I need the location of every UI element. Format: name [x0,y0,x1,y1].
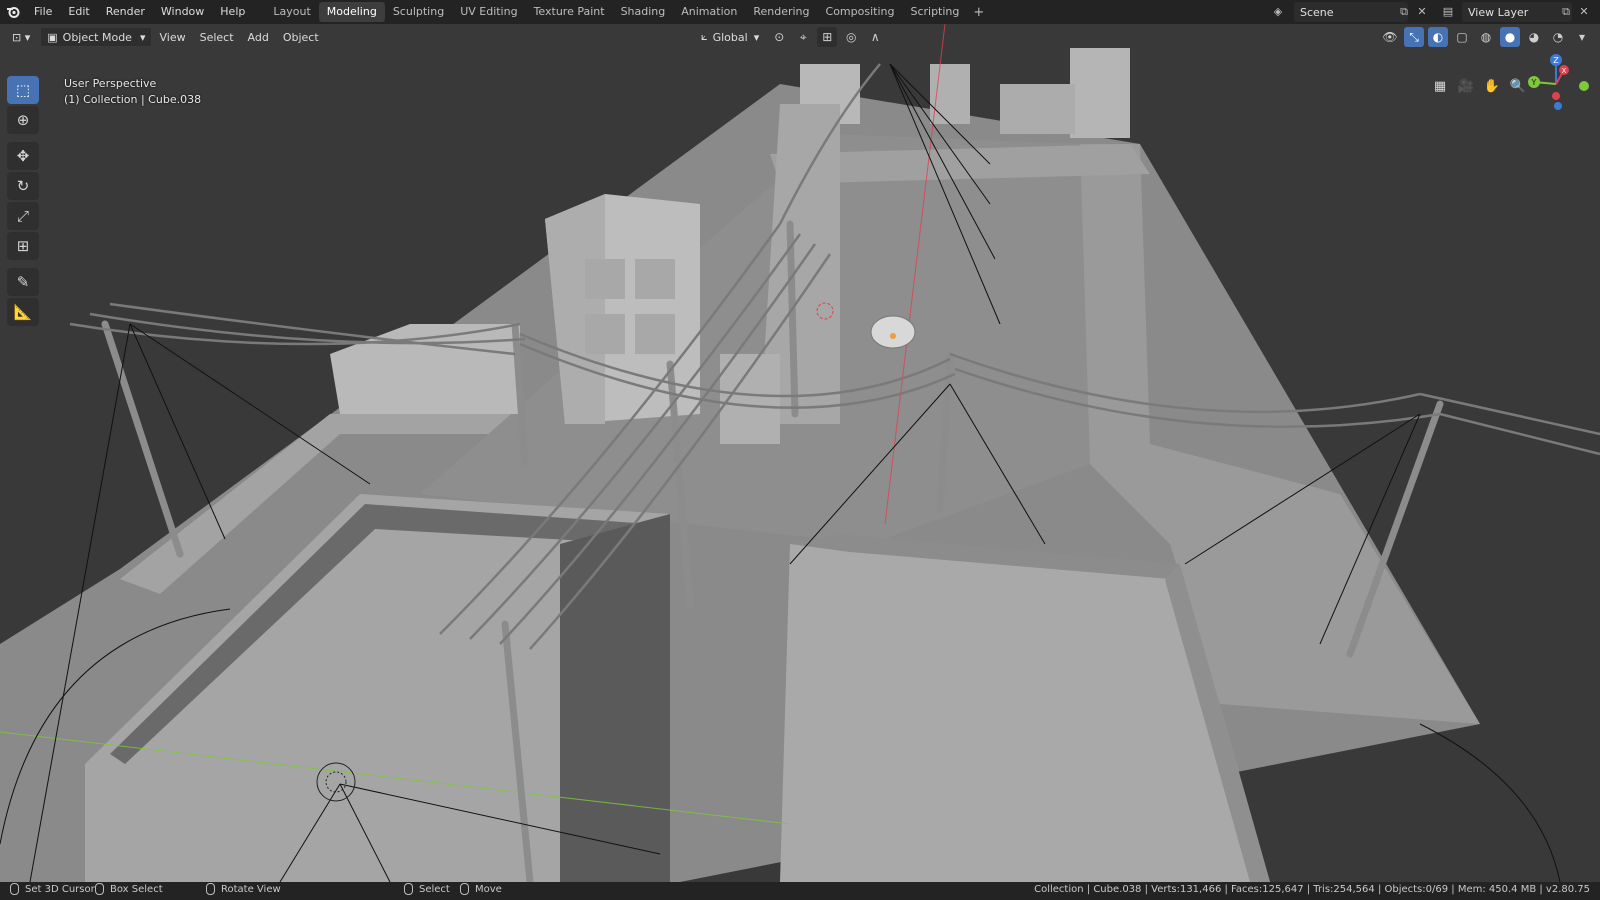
mouse-left-icon [10,883,19,895]
pivot-point-icon[interactable]: ⊙ [769,27,789,47]
scene-icon[interactable]: ◈ [1270,4,1286,20]
measure-tool-icon[interactable]: 📐 [7,298,39,326]
new-view-layer-icon[interactable]: ⧉ [1558,4,1574,20]
scene-render [0,24,1600,882]
viewport-display-controls: 👁 ⤡ ◐ ▢ ◍ ● ◕ ◔ ▾ [1380,27,1592,47]
tab-layout[interactable]: Layout [265,2,318,22]
tab-animation[interactable]: Animation [673,2,745,22]
editor-type-icon: ⊡ ▾ [12,30,31,44]
hint-set-3d-cursor: Set 3D Cursor [10,883,95,895]
transform-controls: ⟀ Global ▾ ⊙ ⌖ ⊞ ◎ ∧ [695,27,885,47]
overlay-toggle-icon[interactable]: ◐ [1428,27,1448,47]
material-shading-icon[interactable]: ◕ [1524,27,1544,47]
tab-compositing[interactable]: Compositing [818,2,903,22]
select-box-tool-icon[interactable]: ⬚ [7,76,39,104]
tab-rendering[interactable]: Rendering [745,2,817,22]
orientation-icon: ⟀ [701,30,708,43]
perspective-label: User Perspective [64,77,157,90]
cursor-tool-icon[interactable]: ⊕ [7,106,39,134]
mouse-middle-icon [206,883,215,895]
rotate-tool-icon[interactable]: ↻ [7,172,39,200]
viewport-header: ⊡ ▾ ▣ Object Mode ▾ View Select Add Obje… [0,24,1600,50]
transform-orientation-label: Global [712,30,748,44]
wireframe-shading-icon[interactable]: ◍ [1476,27,1496,47]
visibility-icon[interactable]: 👁 [1380,27,1400,47]
mouse-right-icon [404,883,413,895]
menu-object[interactable]: Object [276,31,326,44]
hint-box-select: Box Select [95,883,163,895]
gizmo-z-label: Z [1553,56,1559,65]
tab-sculpting[interactable]: Sculpting [385,2,452,22]
scene-selector[interactable]: Scene [1294,2,1408,22]
collection-label: (1) Collection | Cube.038 [64,93,202,106]
delete-scene-icon[interactable]: ✕ [1414,4,1430,20]
object-mode-label: Object Mode [62,30,132,44]
menu-edit[interactable]: Edit [60,0,97,24]
menu-window[interactable]: Window [153,0,212,24]
editor-type-button[interactable]: ⊡ ▾ [6,27,36,47]
mouse-right-drag-icon [460,883,469,895]
menu-help[interactable]: Help [212,0,253,24]
hint-select: Select [404,883,450,895]
scene-statistics: Collection | Cube.038 | Verts:131,466 | … [1034,884,1590,895]
view-layer-selector[interactable]: View Layer [1462,2,1572,22]
rendered-shading-icon[interactable]: ◔ [1548,27,1568,47]
top-bar: File Edit Render Window Help Layout Mode… [0,0,1600,24]
solid-shading-icon[interactable]: ● [1500,27,1520,47]
tab-uv-editing[interactable]: UV Editing [452,2,525,22]
axis-gizmo[interactable]: Z Y X [1516,50,1596,120]
view-layer-label: View Layer [1468,5,1529,19]
gizmo-y-label: Y [1531,78,1537,87]
pan-view-icon[interactable]: ✋ [1482,76,1502,96]
menu-select[interactable]: Select [193,31,241,44]
main-menu: File Edit Render Window Help [26,0,253,24]
new-scene-icon[interactable]: ⧉ [1396,4,1412,20]
proportional-edit-icon[interactable]: ◎ [841,27,861,47]
gizmo-toggle-icon[interactable]: ⤡ [1404,27,1424,47]
blender-logo-icon[interactable] [0,0,26,24]
chevron-down-icon: ▾ [139,30,146,44]
falloff-icon[interactable]: ∧ [865,27,885,47]
shading-options-icon[interactable]: ▾ [1572,27,1592,47]
add-workspace-button[interactable]: + [967,5,990,20]
delete-view-layer-icon[interactable]: ✕ [1576,4,1592,20]
tab-scripting[interactable]: Scripting [902,2,967,22]
3d-viewport[interactable]: User Perspective (1) Collection | Cube.0… [0,24,1600,882]
tab-texture-paint[interactable]: Texture Paint [526,2,613,22]
menu-view[interactable]: View [152,31,192,44]
scale-tool-icon[interactable]: ⤢ [7,202,39,230]
xray-toggle-icon[interactable]: ▢ [1452,27,1472,47]
annotate-tool-icon[interactable]: ✎ [7,268,39,296]
workspace-tabs: Layout Modeling Sculpting UV Editing Tex… [265,0,990,24]
tool-shelf: ⬚ ⊕ ✥ ↻ ⤢ ⊞ ✎ 📐 [7,76,41,326]
view-layer-icon[interactable]: ▤ [1440,4,1456,20]
chevron-down-icon: ▾ [753,30,760,44]
move-tool-icon[interactable]: ✥ [7,142,39,170]
tab-modeling[interactable]: Modeling [318,2,385,22]
transform-orientation-dropdown[interactable]: ⟀ Global ▾ [695,27,765,47]
menu-render[interactable]: Render [98,0,153,24]
ortho-toggle-icon[interactable]: ▦ [1430,76,1450,96]
status-bar: Set 3D Cursor Box Select Rotate View Sel… [0,882,1600,900]
navigation-controls: ▦ 🎥 ✋ 🔍 [1430,76,1528,96]
hint-rotate-view: Rotate View [206,883,281,895]
object-mode-icon: ▣ [47,30,58,44]
object-mode-dropdown[interactable]: ▣ Object Mode ▾ [40,27,153,47]
tab-shading[interactable]: Shading [613,2,674,22]
menu-file[interactable]: File [26,0,60,24]
scene-label: Scene [1300,5,1334,19]
snap-toggle-icon[interactable]: ⌖ [793,27,813,47]
mouse-drag-icon [95,883,104,895]
snap-target-icon[interactable]: ⊞ [817,27,838,47]
menu-add[interactable]: Add [241,31,276,44]
camera-view-icon[interactable]: 🎥 [1456,76,1476,96]
hint-move: Move [460,883,502,895]
viewport-info: User Perspective (1) Collection | Cube.0… [64,76,201,108]
transform-tool-icon[interactable]: ⊞ [7,232,39,260]
gizmo-x-label: X [1562,67,1567,75]
